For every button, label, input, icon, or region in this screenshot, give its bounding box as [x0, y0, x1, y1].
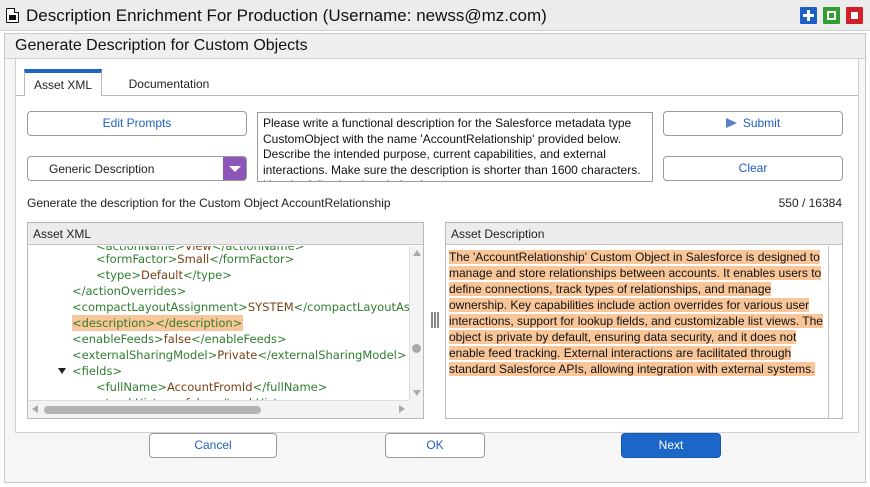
app-icon	[6, 8, 19, 23]
xml-close-tag: </compactLayoutAssignment>	[293, 300, 409, 314]
scroll-down-icon[interactable]	[413, 390, 421, 396]
xml-line: <compactLayoutAssignment>SYSTEM</compact…	[72, 299, 409, 315]
submit-label: Submit	[742, 116, 781, 130]
asset-description-header: Asset Description	[446, 223, 842, 245]
xml-line: <fields>	[72, 363, 122, 379]
xml-open-tag: <fields>	[72, 364, 123, 378]
xml-open-tag: <description>	[72, 316, 156, 330]
cancel-label: Cancel	[194, 438, 232, 452]
xml-open-tag: <fullName>	[96, 380, 167, 394]
submit-button[interactable]: Submit	[663, 111, 843, 136]
clear-button[interactable]: Clear	[663, 156, 843, 181]
xml-close-tag: </fullName>	[252, 380, 328, 394]
asset-xml-panel: Asset XML <actionName>View</actionName> <…	[27, 222, 424, 419]
xml-horizontal-scrollbar[interactable]	[28, 400, 409, 418]
next-button[interactable]: Next	[621, 433, 721, 458]
xml-viewer[interactable]: <actionName>View</actionName> <formFactor…	[28, 246, 409, 400]
character-counter: 550 / 16384	[778, 196, 842, 210]
title-bar: Description Enrichment For Production (U…	[0, 0, 870, 31]
xml-value: false	[163, 332, 192, 346]
asset-xml-header: Asset XML	[28, 223, 423, 245]
xml-vertical-scrollbar[interactable]	[409, 246, 423, 400]
asset-description-panel: Asset Description The 'AccountRelationsh…	[445, 222, 843, 419]
prompt-text: Please write a functional description fo…	[263, 116, 641, 181]
ok-button[interactable]: OK	[385, 433, 485, 458]
xml-value: SYSTEM	[247, 300, 294, 314]
chevron-down-icon[interactable]	[223, 157, 246, 180]
xml-line: <formFactor>Small</formFactor>	[96, 251, 294, 267]
xml-open-tag: <formFactor>	[96, 252, 178, 266]
tab-documentation[interactable]: Documentation	[114, 69, 224, 96]
splitter-grip	[434, 312, 436, 328]
xml-open-tag: <type>	[96, 268, 141, 282]
scroll-up-icon[interactable]	[413, 250, 421, 256]
xml-value: Default	[140, 268, 183, 282]
xml-line: </actionOverrides>	[72, 283, 186, 299]
close-icon[interactable]	[846, 7, 863, 24]
xml-close-tag: </formFactor>	[209, 252, 295, 266]
panel-splitter[interactable]	[429, 312, 441, 328]
xml-close-tag: </type>	[183, 268, 232, 282]
next-label: Next	[658, 438, 684, 452]
dialog-title: Generate Description for Custom Objects	[15, 37, 308, 54]
description-type-select[interactable]: Generic Description	[27, 156, 247, 181]
description-viewer[interactable]: The 'AccountRelationship' Custom Object …	[446, 246, 827, 418]
dialog-header: Generate Description for Custom Objects	[5, 34, 865, 59]
xml-line: <fullName>AccountFromId</fullName>	[96, 379, 327, 395]
maximize-icon[interactable]	[800, 7, 817, 24]
xml-line: <enableFeeds>false</enableFeeds>	[72, 331, 287, 347]
xml-line: <externalSharingModel>Private</externalS…	[72, 347, 407, 363]
edit-prompts-label: Edit Prompts	[102, 116, 172, 130]
scroll-thumb[interactable]	[44, 406, 261, 414]
scroll-left-icon[interactable]	[32, 405, 38, 413]
xml-open-tag: <compactLayoutAssignment>	[72, 300, 248, 314]
send-icon	[725, 118, 737, 128]
xml-value: Small	[177, 252, 210, 266]
collapse-arrow-icon[interactable]	[58, 368, 66, 374]
description-type-value: Generic Description	[49, 162, 155, 176]
xml-close-tag: </description>	[155, 316, 243, 330]
xml-close-tag: </enableFeeds>	[191, 332, 287, 346]
window-title: Description Enrichment For Production (U…	[26, 6, 547, 25]
description-scrollbar[interactable]	[828, 246, 842, 418]
xml-close-tag: </externalSharingModel>	[257, 348, 407, 362]
scroll-corner	[409, 400, 423, 418]
xml-value: AccountFromId	[166, 380, 253, 394]
xml-open-tag: </actionOverrides>	[72, 284, 187, 298]
splitter-grip	[431, 312, 433, 328]
restore-icon[interactable]	[823, 7, 840, 24]
xml-line: <description></description>	[72, 315, 244, 331]
xml-open-tag: <enableFeeds>	[72, 332, 164, 346]
generation-caption: Generate the description for the Custom …	[27, 196, 391, 210]
description-text: The 'AccountRelationship' Custom Object …	[449, 250, 823, 376]
xml-open-tag: <externalSharingModel>	[72, 348, 218, 362]
edit-prompts-button[interactable]: Edit Prompts	[27, 111, 247, 136]
scroll-right-icon[interactable]	[399, 405, 405, 413]
xml-value: Private	[217, 348, 258, 362]
ok-label: OK	[426, 438, 444, 452]
clear-label: Clear	[738, 161, 768, 175]
xml-line: <type>Default</type>	[96, 267, 232, 283]
scroll-thumb[interactable]	[412, 344, 421, 353]
splitter-grip	[437, 312, 439, 328]
prompt-textarea[interactable]: Please write a functional description fo…	[257, 112, 653, 182]
tab-asset-xml[interactable]: Asset XML	[24, 69, 102, 96]
cancel-button[interactable]: Cancel	[149, 433, 277, 458]
tab-divider	[16, 95, 858, 96]
